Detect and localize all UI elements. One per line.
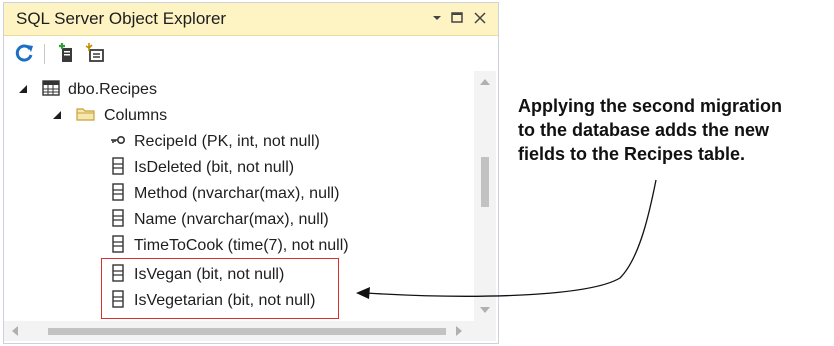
- annotation-line: fields to the Recipes table.: [518, 144, 746, 164]
- annotation-line: Applying the second migration: [518, 96, 783, 116]
- annotation-arrow: [356, 179, 657, 299]
- annotation-line: to the database adds the new: [518, 120, 770, 140]
- annotation-text: Applying the second migration to the dat…: [518, 94, 832, 166]
